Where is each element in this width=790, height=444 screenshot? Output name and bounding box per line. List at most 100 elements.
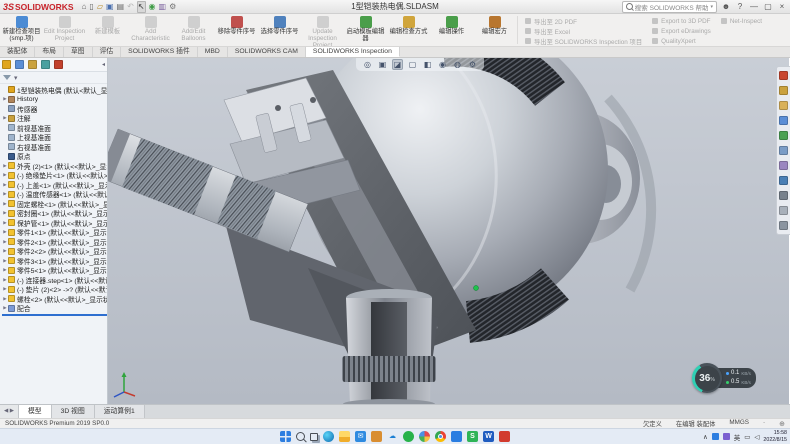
inspection-pane-tab[interactable] — [779, 191, 788, 200]
tree-item[interactable]: ▶ (-) 上盖<1> (默认<<默认>_显示状 — [2, 180, 107, 190]
model-tab[interactable]: 模型 — [19, 405, 52, 418]
tree-item[interactable]: ▶ 注解 — [2, 114, 107, 124]
close-button[interactable]: × — [777, 2, 787, 11]
display-tray-icon[interactable]: ▭ — [744, 433, 750, 441]
3d-views-tab[interactable]: 3D 视图 — [52, 405, 95, 418]
usage-gauge[interactable]: 36 % — [692, 363, 722, 393]
print-icon[interactable]: ▤ — [117, 2, 125, 12]
login-icon[interactable]: ☻ — [721, 2, 731, 11]
blue-app-icon[interactable] — [451, 431, 462, 442]
file-explorer-icon[interactable] — [339, 431, 350, 442]
edit-operation-button[interactable]: 编辑操作 — [430, 14, 473, 46]
filter-icon[interactable] — [3, 75, 11, 80]
tree-item[interactable]: ▶ (-) 垫片 (2)<2> ->? (默认<<默认> — [2, 285, 107, 295]
tab-mbd[interactable]: MBD — [198, 47, 228, 57]
scene-settings-icon[interactable]: ⚙ — [467, 59, 478, 70]
zoom-fit-icon[interactable]: ◎ — [362, 59, 373, 70]
view-palette-tab[interactable] — [779, 116, 788, 125]
tree-item[interactable]: 右视基准面 — [2, 142, 107, 152]
dimxpertmanager-tab[interactable] — [41, 60, 50, 69]
tree-item[interactable]: ▶ 密封圈<1> (默认<<默认>_显示状 — [2, 209, 107, 219]
mail-icon[interactable]: ✉ — [355, 431, 366, 442]
file-properties-icon[interactable]: ▥ — [159, 2, 167, 12]
tree-item[interactable]: ▶ 固定螺栓<1> (默认<<默认>_显示 — [2, 199, 107, 209]
section-view-icon[interactable]: ◪ — [392, 59, 403, 70]
office-red-app-icon[interactable] — [499, 431, 510, 442]
search-button[interactable] — [296, 432, 305, 441]
tree-item[interactable]: ▶ (-) 连接器.step<1> (默认<<默认>_ — [2, 275, 107, 285]
tree-item[interactable]: ▶ 零件2<2> (默认<<默认>_显示状态 — [2, 247, 107, 257]
appearances-tab[interactable] — [779, 131, 788, 140]
new-template-button[interactable]: 新建模板 — [86, 14, 129, 46]
tree-item[interactable]: ▶ 零件3<1> (默认<<默认>_显示状态 — [2, 256, 107, 266]
add-edit-balloons-button[interactable]: Add/Edit Balloons — [172, 14, 215, 46]
help-button[interactable]: ? — [735, 2, 745, 11]
undo-icon[interactable]: ↶ — [127, 2, 134, 12]
tree-item[interactable]: 传感器 — [2, 104, 107, 114]
status-globe-icon[interactable]: ⊕ — [779, 420, 785, 428]
add-characteristic-button[interactable]: Add Characteristic — [129, 14, 172, 46]
tree-item[interactable]: ▶ (-) 温度传感器<1> (默认<<默认>_ — [2, 190, 107, 200]
tree-item[interactable]: 原点 — [2, 152, 107, 162]
edit-macro-button[interactable]: 编辑宏方 — [473, 14, 516, 46]
graphics-viewport[interactable]: ◎ ▣ ◪ ▢ ◧ ◉ ◍ ⚙ — [108, 58, 790, 404]
select-cursor-icon[interactable]: ↖ — [137, 1, 146, 13]
panel-collapse-icon[interactable]: ◂ — [102, 61, 105, 68]
edit-appearance-icon[interactable]: ◍ — [452, 59, 463, 70]
volume-tray-icon[interactable]: ◁ — [754, 433, 759, 441]
green-app-icon[interactable] — [403, 431, 414, 442]
tray-chevron-icon[interactable]: ∧ — [703, 433, 708, 441]
save-icon[interactable]: ▣ — [106, 2, 114, 12]
tab-sketch[interactable]: 草图 — [64, 47, 93, 57]
tab-sw-cam[interactable]: SOLIDWORKS CAM — [228, 47, 306, 57]
start-button[interactable] — [280, 431, 291, 442]
home-icon[interactable]: ⌂ — [82, 2, 87, 12]
tab-sw-addins[interactable]: SOLIDWORKS 插件 — [121, 47, 198, 57]
onedrive-icon[interactable]: ☁ — [387, 431, 398, 442]
new-document-icon[interactable]: ▯ — [89, 2, 93, 12]
task-view-button[interactable] — [310, 433, 318, 441]
rebuild-icon[interactable]: ◉ — [149, 2, 156, 12]
minimize-button[interactable]: — — [749, 2, 759, 11]
folder-app-icon[interactable] — [371, 431, 382, 442]
configurationmanager-tab[interactable] — [28, 60, 37, 69]
custom-properties-tab[interactable] — [779, 161, 788, 170]
displaymanager-tab[interactable] — [54, 60, 63, 69]
new-inspection-project-button[interactable]: 新建检查项目 (smp.项) — [0, 14, 43, 46]
forum-tab[interactable] — [779, 176, 788, 185]
word-icon[interactable]: W — [483, 431, 494, 442]
tree-item[interactable]: ▶ History — [2, 95, 107, 105]
tab-evaluate[interactable]: 评估 — [93, 47, 122, 57]
motion-study-tab[interactable]: 运动算例1 — [95, 405, 145, 418]
color-wheel-app-icon[interactable] — [419, 431, 430, 442]
tree-rollback-bar[interactable] — [2, 314, 107, 316]
tray-shield-icon[interactable] — [723, 433, 730, 440]
tree-root-item[interactable]: 1型铠装热电偶 (默认<默认_显示状态-1 — [2, 85, 107, 95]
tree-item[interactable]: ▶ 零件2<1> (默认<<默认>_显示状态 — [2, 237, 107, 247]
options-gear-icon[interactable]: ⚙ — [169, 2, 176, 12]
tab-assembly[interactable]: 装配体 — [0, 47, 35, 57]
chrome-icon[interactable] — [435, 431, 446, 442]
orientation-triad[interactable] — [111, 370, 137, 398]
tree-item[interactable]: 上视基准面 — [2, 133, 107, 143]
select-balloon-button[interactable]: 选择零件序号 — [258, 14, 301, 46]
tree-item[interactable]: ▶ 零件1<1> (默认<<默认>_显示状态 — [2, 228, 107, 238]
filter-caret-icon[interactable]: ▾ — [14, 74, 17, 82]
view-orientation-icon[interactable]: ▢ — [407, 59, 418, 70]
tree-item[interactable]: ▶ 配合 — [2, 304, 107, 314]
tab-layout[interactable]: 布局 — [35, 47, 64, 57]
remove-balloon-button[interactable]: 移除零件序号 — [215, 14, 258, 46]
help-search-box[interactable]: 搜索 SOLIDWORKS 帮助 ▾ — [622, 1, 717, 13]
design-library-tab[interactable] — [779, 86, 788, 95]
tree-item[interactable]: ▶ 零件5<1> (默认<<默认>_显示状态 — [2, 266, 107, 276]
display-style-icon[interactable]: ◧ — [422, 59, 433, 70]
edge-icon[interactable] — [323, 431, 334, 442]
hide-show-items-icon[interactable]: ◉ — [437, 59, 448, 70]
tab-scroll-arrows[interactable]: ◀ ▶ — [0, 405, 19, 418]
pane-tab-10[interactable] — [779, 206, 788, 215]
featuremanager-tab[interactable] — [2, 60, 11, 69]
taskbar-clock[interactable]: 15:58 2022/8/15 — [763, 430, 787, 443]
launch-template-editor-button[interactable]: 启动模板编辑器 — [344, 14, 387, 46]
tray-app-blue-icon[interactable] — [712, 433, 719, 440]
pane-tab-11[interactable] — [779, 221, 788, 230]
